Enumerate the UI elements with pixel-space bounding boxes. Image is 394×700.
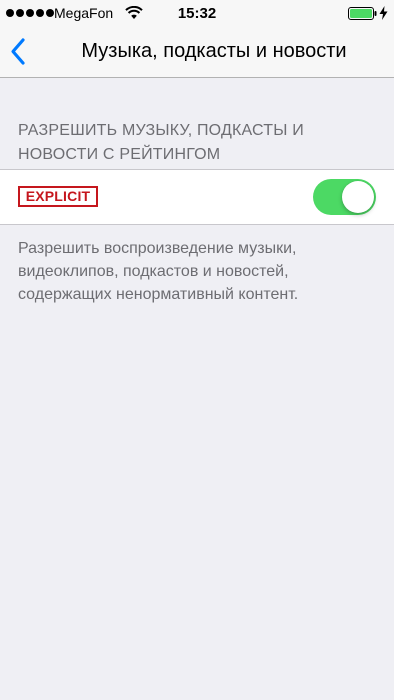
- section-header-line: НОВОСТИ С РЕЙТИНГОМ: [18, 146, 221, 163]
- battery-icon: [348, 7, 378, 23]
- section-header-line: РАЗРЕШИТЬ МУЗЫКУ, ПОДКАСТЫ И: [18, 122, 304, 139]
- chevron-left-icon: [6, 38, 34, 71]
- explicit-badge: EXPLICIT: [18, 186, 98, 207]
- footer-line: Разрешить воспроизведение музыки,: [18, 240, 297, 257]
- toggle-knob: [342, 181, 374, 213]
- explicit-content-cell: EXPLICIT: [0, 169, 394, 225]
- footer-line: видеоклипов, подкастов и новостей,: [18, 263, 289, 280]
- section-header: РАЗРЕШИТЬ МУЗЫКУ, ПОДКАСТЫ И НОВОСТИ С Р…: [18, 119, 378, 167]
- section-footer: Разрешить воспроизведение музыки, видеок…: [18, 237, 378, 306]
- status-time: 15:32: [177, 5, 217, 22]
- footer-line: содержащих ненормативный контент.: [18, 286, 299, 303]
- charging-icon: [379, 6, 388, 23]
- navigation-bar: Музыка, подкасты и новости: [0, 26, 394, 78]
- back-button[interactable]: [6, 37, 34, 67]
- explicit-toggle[interactable]: [313, 179, 376, 215]
- status-bar: MegaFon 15:32: [0, 0, 394, 26]
- page-title: Музыка, подкасты и новости: [81, 40, 347, 62]
